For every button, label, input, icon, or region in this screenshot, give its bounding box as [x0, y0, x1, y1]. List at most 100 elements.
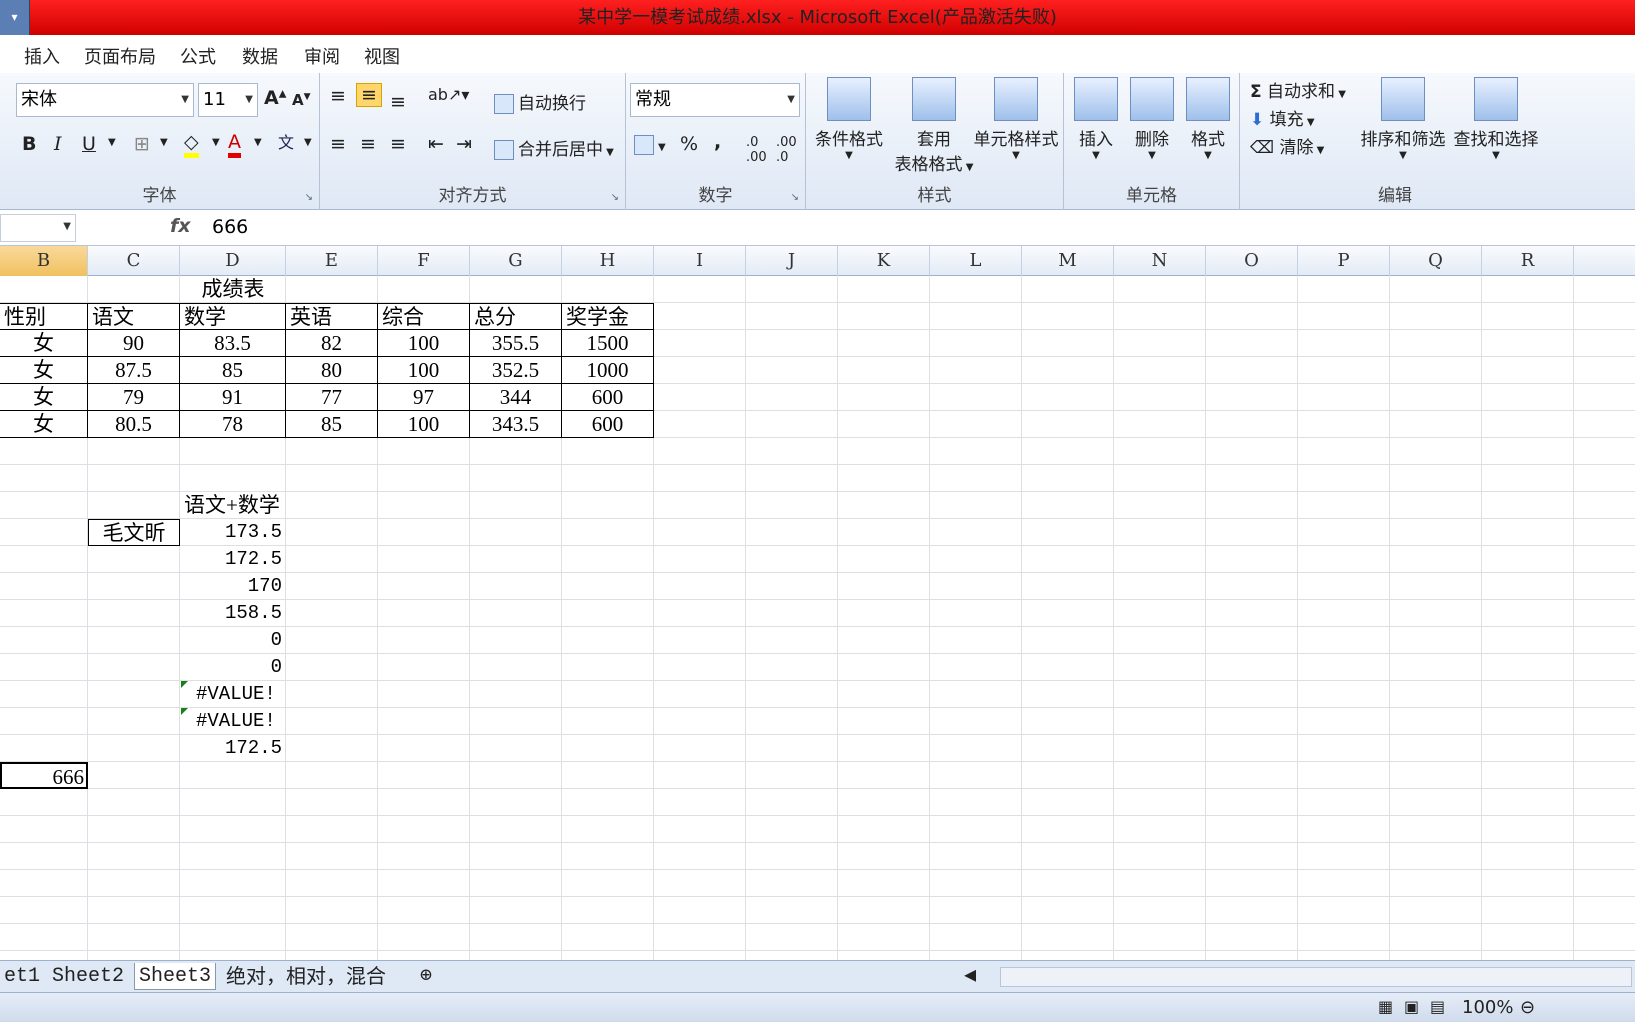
- align-right-icon[interactable]: ≡: [390, 133, 406, 155]
- table-cell[interactable]: 80: [286, 357, 378, 384]
- comma-button[interactable]: ,: [714, 131, 721, 153]
- number-format-select[interactable]: 常规 ▼: [630, 83, 800, 117]
- column-header-l[interactable]: L: [930, 246, 1022, 276]
- table-cell[interactable]: 1500: [562, 330, 654, 357]
- table-cell[interactable]: 600: [562, 411, 654, 438]
- underline-button[interactable]: U: [82, 133, 96, 155]
- column-header-b[interactable]: B: [0, 246, 88, 276]
- fill-button[interactable]: ⬇ 填充 ▼: [1250, 105, 1315, 130]
- chevron-down-icon[interactable]: ▼: [108, 137, 116, 148]
- column-header-q[interactable]: Q: [1390, 246, 1482, 276]
- sort-filter-button[interactable]: 排序和筛选 ▼: [1358, 77, 1448, 161]
- column-header-r[interactable]: R: [1482, 246, 1574, 276]
- table-cell[interactable]: 83.5: [180, 330, 286, 357]
- table-header-cell[interactable]: 英语: [286, 303, 378, 330]
- page-break-view-icon[interactable]: ▤: [1430, 997, 1445, 1016]
- table-cell[interactable]: 80.5: [88, 411, 180, 438]
- table-cell[interactable]: 97: [378, 384, 470, 411]
- table-cell[interactable]: 女: [0, 330, 88, 357]
- insert-function-icon[interactable]: fx: [170, 215, 191, 237]
- percent-button[interactable]: %: [680, 133, 698, 155]
- table-cell[interactable]: 87.5: [88, 357, 180, 384]
- increase-decimal-icon[interactable]: .0.00: [746, 135, 767, 165]
- table-cell[interactable]: 344: [470, 384, 562, 411]
- phonetic-guide-icon[interactable]: 文: [278, 129, 294, 153]
- sheet-tab-2[interactable]: Sheet2: [48, 963, 128, 990]
- column-header-e[interactable]: E: [286, 246, 378, 276]
- column-header-h[interactable]: H: [562, 246, 654, 276]
- table-header-cell[interactable]: 数学: [180, 303, 286, 330]
- font-name-select[interactable]: 宋体 ▼: [16, 83, 194, 117]
- column-header-k[interactable]: K: [838, 246, 930, 276]
- bold-button[interactable]: B: [22, 133, 36, 155]
- table-cell[interactable]: 90: [88, 330, 180, 357]
- dialog-launcher-icon[interactable]: ↘: [611, 192, 619, 203]
- scroll-left-icon[interactable]: ◀: [960, 963, 980, 990]
- find-select-button[interactable]: 查找和选择 ▼: [1450, 77, 1542, 161]
- table-header-cell[interactable]: 语文: [88, 303, 180, 330]
- tab-data[interactable]: 数据: [242, 43, 278, 69]
- worksheet-grid[interactable]: 成绩表 性别 语文 数学 英语 综合 总分 奖学金女 90 83.5 82 100 355.5 1500 女…: [0, 276, 1635, 960]
- table-cell[interactable]: 77: [286, 384, 378, 411]
- column-header-n[interactable]: N: [1114, 246, 1206, 276]
- sum-value-cell[interactable]: 0: [180, 627, 286, 654]
- table-cell[interactable]: 85: [180, 357, 286, 384]
- error-cell[interactable]: #VALUE!: [180, 708, 286, 735]
- column-header-m[interactable]: M: [1022, 246, 1114, 276]
- tab-insert[interactable]: 插入: [24, 43, 60, 69]
- dialog-launcher-icon[interactable]: ↘: [791, 192, 799, 203]
- cell-styles-button[interactable]: 单元格样式 ▼: [970, 77, 1062, 161]
- table-cell[interactable]: 100: [378, 411, 470, 438]
- sum-value-cell[interactable]: 172.5: [180, 735, 286, 762]
- tab-review[interactable]: 审阅: [304, 43, 340, 69]
- table-cell[interactable]: 85: [286, 411, 378, 438]
- normal-view-icon[interactable]: ▦: [1378, 997, 1393, 1016]
- table-cell[interactable]: 1000: [562, 357, 654, 384]
- decrease-decimal-icon[interactable]: .00.0: [776, 135, 797, 165]
- active-cell[interactable]: 666: [0, 762, 88, 789]
- fill-color-icon[interactable]: ◇: [184, 131, 199, 158]
- table-cell[interactable]: 79: [88, 384, 180, 411]
- wrap-text-button[interactable]: 自动换行: [494, 89, 586, 114]
- table-cell[interactable]: 343.5: [470, 411, 562, 438]
- column-header-j[interactable]: J: [746, 246, 838, 276]
- table-header-cell[interactable]: 奖学金: [562, 303, 654, 330]
- chevron-down-icon[interactable]: ▼: [254, 137, 262, 148]
- sum-value-cell[interactable]: 173.5: [180, 519, 286, 546]
- format-as-table-button[interactable]: 套用 表格格式 ▼: [886, 77, 982, 175]
- merge-center-button[interactable]: 合并后居中 ▼: [494, 135, 614, 160]
- insert-sheet-icon[interactable]: ⊕: [416, 963, 436, 990]
- table-cell[interactable]: 352.5: [470, 357, 562, 384]
- chevron-down-icon[interactable]: ▼: [160, 137, 168, 148]
- horizontal-scrollbar[interactable]: [1000, 967, 1632, 987]
- sum-value-cell[interactable]: 158.5: [180, 600, 286, 627]
- currency-icon[interactable]: ▼: [634, 133, 666, 155]
- font-color-icon[interactable]: A: [228, 131, 241, 158]
- zoom-out-icon[interactable]: ⊖: [1520, 997, 1535, 1018]
- conditional-format-button[interactable]: 条件格式 ▼: [810, 77, 888, 161]
- column-header-p[interactable]: P: [1298, 246, 1390, 276]
- customize-qat-icon[interactable]: ▾: [0, 0, 29, 35]
- tab-formulas[interactable]: 公式: [180, 43, 216, 69]
- sum-value-cell[interactable]: 170: [180, 573, 286, 600]
- table-cell[interactable]: 91: [180, 384, 286, 411]
- error-indicator-icon[interactable]: [181, 681, 188, 688]
- table-cell[interactable]: 600: [562, 384, 654, 411]
- align-center-icon[interactable]: ≡: [360, 133, 376, 155]
- sheet-tab-4[interactable]: 绝对，相对，混合: [222, 963, 390, 990]
- page-layout-view-icon[interactable]: ▣: [1404, 997, 1419, 1016]
- sheet-tab-1[interactable]: et1: [0, 963, 44, 990]
- error-cell[interactable]: #VALUE!: [180, 681, 286, 708]
- quick-access-toolbar[interactable]: ▾: [0, 0, 30, 35]
- delete-cells-button[interactable]: 删除 ▼: [1124, 77, 1180, 161]
- column-header-d[interactable]: D: [180, 246, 286, 276]
- orientation-icon[interactable]: ab↗▾: [428, 85, 469, 104]
- borders-icon[interactable]: ⊞: [134, 133, 150, 155]
- sum-value-cell[interactable]: 172.5: [180, 546, 286, 573]
- align-left-icon[interactable]: ≡: [330, 133, 346, 155]
- table-cell[interactable]: 82: [286, 330, 378, 357]
- table-header-cell[interactable]: 总分: [470, 303, 562, 330]
- dialog-launcher-icon[interactable]: ↘: [305, 192, 313, 203]
- zoom-level[interactable]: 100%: [1462, 997, 1513, 1018]
- sum-header-cell[interactable]: 语文+数学: [180, 492, 286, 519]
